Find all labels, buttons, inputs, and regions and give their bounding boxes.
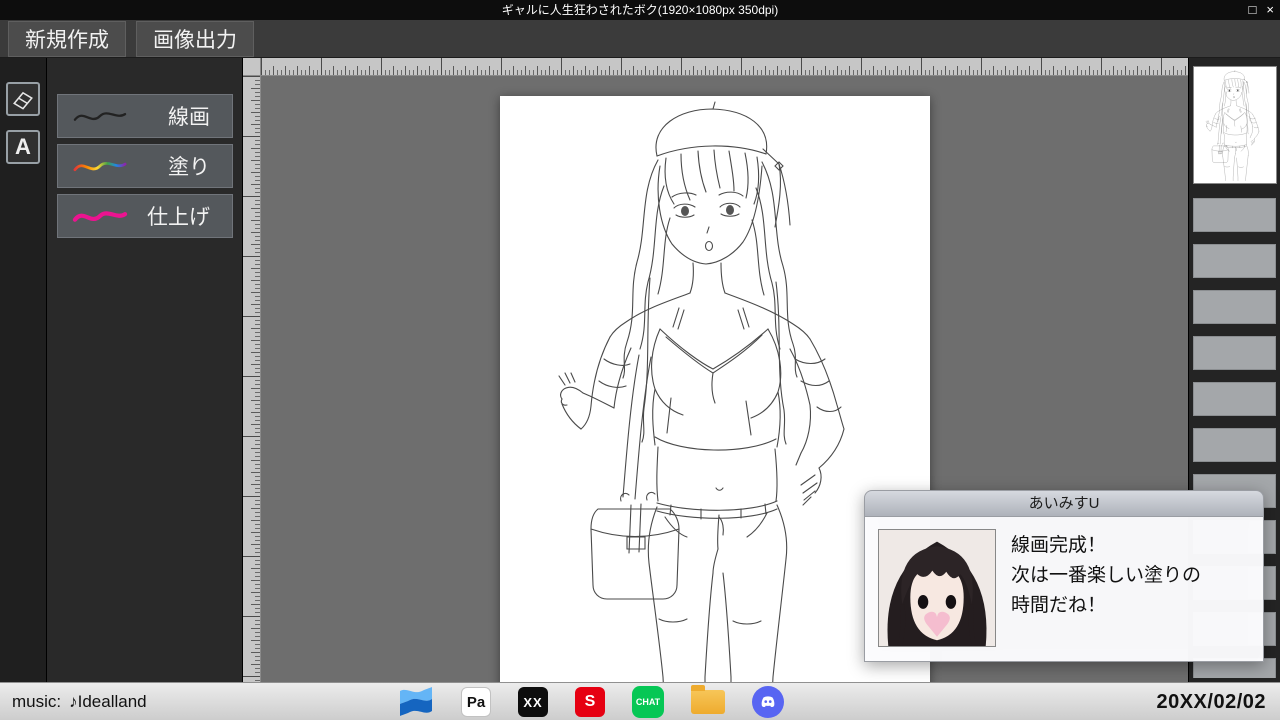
brush-lineart-label: 線画 [168, 101, 210, 131]
dialogue-text: 線画完成！ 次は一番楽しい塗りの 時間だね！ [1011, 531, 1255, 621]
speaker-avatar [878, 529, 996, 647]
chat-app-icon[interactable]: CHAT [632, 686, 664, 718]
brush-lineart-button[interactable]: 線画 [57, 94, 233, 138]
brush-panel: 線画 塗り 仕上げ [46, 58, 242, 682]
ruler-corner [243, 58, 261, 76]
dialogue-box[interactable]: あいみすU 線画完成！ 次は一番楽しい塗りの 時間だね！ [864, 490, 1264, 662]
vertical-ruler [243, 76, 261, 682]
window-title: ギャルに人生狂わされたボク(1920×1080px 350dpi) [502, 3, 778, 17]
thumbnail-artwork [1195, 69, 1275, 181]
brush-finish-button[interactable]: 仕上げ [57, 194, 233, 238]
music-indicator: music: ♪Idealland [12, 683, 147, 720]
new-file-button[interactable]: 新規作成 [8, 21, 126, 57]
dialogue-line: 時間だね！ [1011, 591, 1255, 621]
brush-finish-label: 仕上げ [147, 201, 210, 231]
taskbar-icons: Pa XX S CHAT [398, 683, 784, 720]
maximize-button[interactable]: □ [1249, 0, 1257, 20]
layer-slot[interactable] [1193, 336, 1276, 370]
export-image-button[interactable]: 画像出力 [136, 21, 254, 57]
layer-slot[interactable] [1193, 428, 1276, 462]
text-tool-icon: A [15, 134, 31, 160]
folder-icon[interactable] [691, 690, 725, 714]
layer-slot[interactable] [1193, 290, 1276, 324]
speaker-name: あいみすU [864, 490, 1264, 516]
dialogue-line: 次は一番楽しい塗りの [1011, 561, 1255, 591]
flag-app-icon[interactable] [398, 687, 434, 717]
eraser-tool-button[interactable] [6, 82, 40, 116]
close-button[interactable]: × [1266, 0, 1274, 20]
dialogue-line: 線画完成！ [1011, 531, 1255, 561]
brush-paint-label: 塗り [168, 151, 210, 181]
title-bar: ギャルに人生狂わされたボク(1920×1080px 350dpi) □ × [0, 0, 1280, 20]
layer-slot[interactable] [1193, 382, 1276, 416]
eraser-icon [9, 85, 37, 113]
paint-stroke-icon [68, 153, 132, 179]
menu-bar: 新規作成 画像出力 [0, 20, 1280, 58]
dialogue-body: 線画完成！ 次は一番楽しい塗りの 時間だね！ [864, 516, 1264, 662]
game-app-icon[interactable] [752, 686, 784, 718]
date-display: 20XX/02/02 [1156, 683, 1266, 720]
artwork-thumbnail[interactable] [1193, 66, 1277, 184]
layer-slot[interactable] [1193, 198, 1276, 232]
tool-strip: A [0, 58, 46, 682]
task-bar: music: ♪Idealland Pa XX S CHAT 20XX/02/0… [0, 682, 1280, 720]
horizontal-ruler [261, 58, 1188, 76]
xx-app-icon[interactable]: XX [518, 687, 548, 717]
game-controller-glyph [756, 690, 780, 714]
music-track: ♪Idealland [69, 692, 147, 712]
brush-paint-button[interactable]: 塗り [57, 144, 233, 188]
lineart-stroke-icon [68, 103, 132, 129]
app-window: ギャルに人生狂わされたボク(1920×1080px 350dpi) □ × 新規… [0, 0, 1280, 720]
avatar-face [879, 530, 995, 646]
layer-slot[interactable] [1193, 244, 1276, 278]
finish-stroke-icon [68, 203, 132, 229]
text-tool-button[interactable]: A [6, 130, 40, 164]
pa-app-icon[interactable]: Pa [461, 687, 491, 717]
music-label: music: [12, 692, 61, 712]
s-app-icon[interactable]: S [575, 687, 605, 717]
